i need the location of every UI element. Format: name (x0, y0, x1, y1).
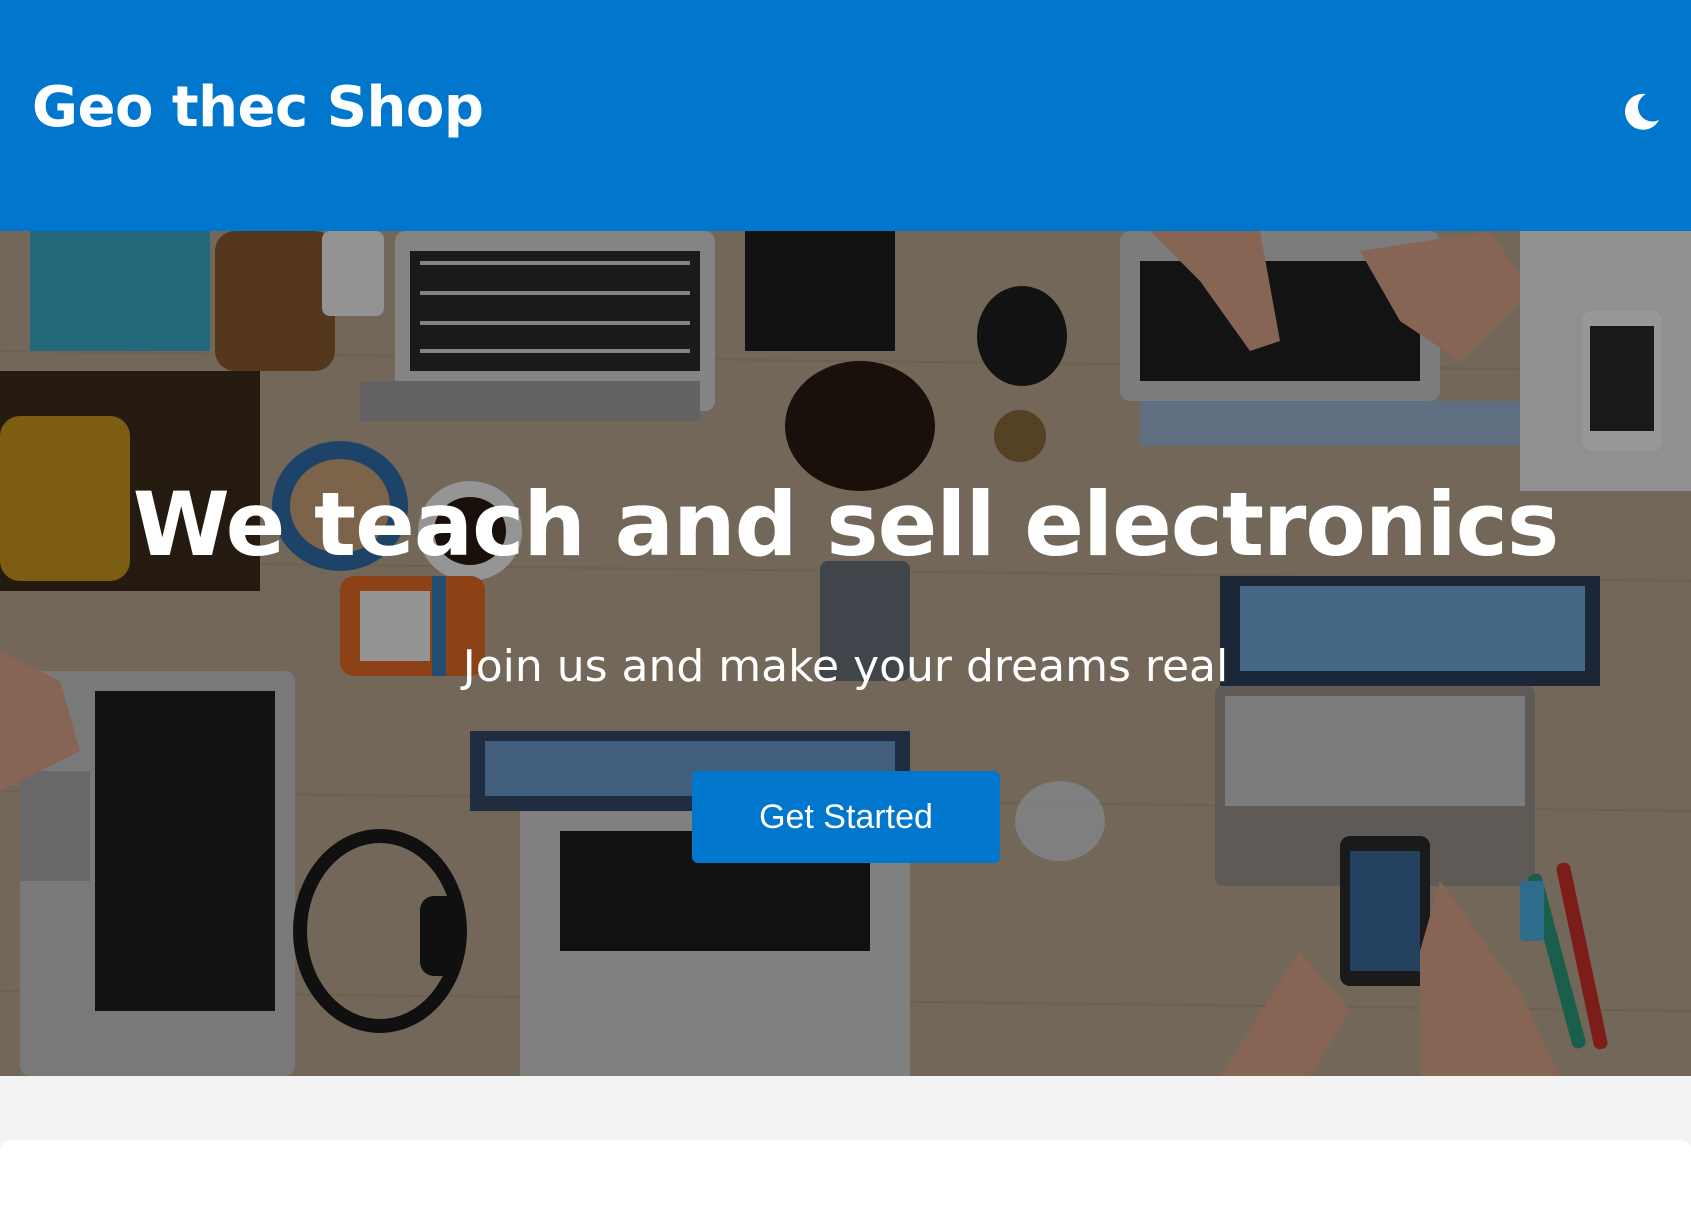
get-started-button[interactable]: Get Started (692, 771, 1000, 863)
theme-toggle-button[interactable] (1619, 90, 1663, 134)
hero-section: We teach and sell electronics Join us an… (0, 231, 1691, 1076)
hero-title: We teach and sell electronics (132, 473, 1560, 576)
moon-icon (1625, 93, 1659, 130)
brand-logo-text[interactable]: Geo thec Shop (32, 80, 484, 136)
hero-subtitle: Join us and make your dreams real (462, 641, 1229, 692)
site-header: Geo thec Shop (0, 0, 1691, 231)
content-card (0, 1140, 1691, 1220)
